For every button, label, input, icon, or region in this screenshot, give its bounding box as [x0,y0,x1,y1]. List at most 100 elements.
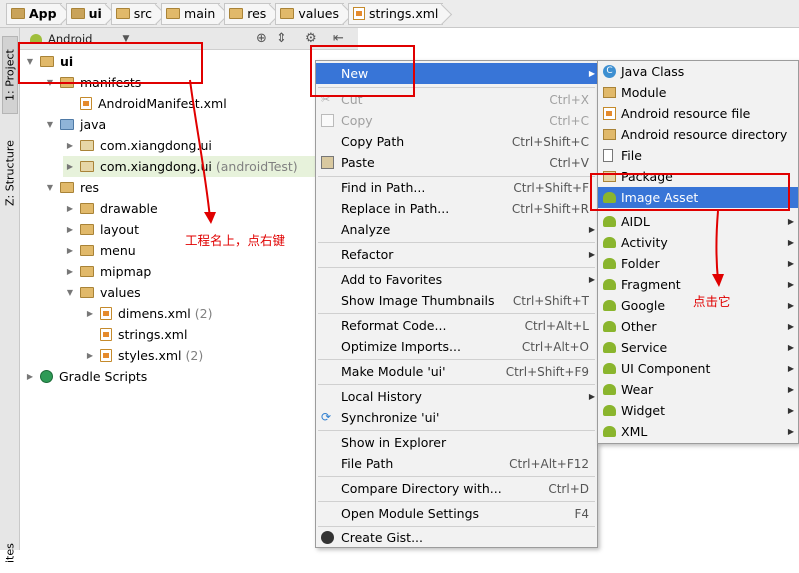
tree-row-drawable[interactable]: ▶ drawable [63,198,158,219]
cut-icon: ✂ [321,93,331,106]
collapsed-arrow-icon[interactable]: ▶ [63,225,77,234]
folder-icon [80,287,94,298]
collapse-all-icon[interactable]: ⇕ [276,31,287,46]
tree-row-res[interactable]: ▼ res [43,177,99,198]
menu-item-refactor[interactable]: Refactor ▶ [316,244,597,265]
submenu-item-aidl[interactable]: AIDL ▶ [598,211,798,232]
menu-item-local-history[interactable]: Local History ▶ [316,386,597,407]
menu-item-new[interactable]: New ▶ [316,63,597,84]
menu-item-show-in-explorer[interactable]: Show in Explorer [316,432,597,453]
submenu-arrow-icon: ▶ [787,280,794,289]
tree-row-gradle-scripts[interactable]: ▶ Gradle Scripts [23,366,147,387]
submenu-item-package[interactable]: Package [598,166,798,187]
breadcrumb-app[interactable]: App [6,2,62,25]
module-folder-icon [40,56,54,67]
xml-file-icon [100,328,112,341]
expanded-arrow-icon[interactable]: ▼ [63,288,77,297]
menu-item-compare-directory[interactable]: Compare Directory with... Ctrl+D [316,478,597,499]
collapsed-arrow-icon[interactable]: ▶ [23,372,37,381]
project-tool-tab[interactable]: 1: Project [2,36,18,114]
menu-item-optimize-imports[interactable]: Optimize Imports... Ctrl+Alt+O [316,336,597,357]
menu-item-synchronize[interactable]: ⟳ Synchronize 'ui' [316,407,597,428]
collapsed-arrow-icon[interactable]: ▶ [63,204,77,213]
menu-item-create-gist[interactable]: Create Gist... [316,527,597,548]
structure-tool-tab[interactable]: Z: Structure [2,128,18,218]
expanded-arrow-icon[interactable]: ▼ [23,57,37,66]
breadcrumb-res[interactable]: res [224,2,272,25]
menu-item-reformat-code[interactable]: Reformat Code... Ctrl+Alt+L [316,315,597,336]
menu-separator [318,87,595,88]
paste-icon [321,156,334,169]
tree-row-strings[interactable]: strings.xml [83,324,187,345]
menu-separator [318,501,595,502]
submenu-item-widget[interactable]: Widget ▶ [598,400,798,421]
tree-row-mipmap[interactable]: ▶ mipmap [63,261,151,282]
android-icon [603,192,616,203]
collapsed-arrow-icon[interactable]: ▶ [63,246,77,255]
menu-item-file-path[interactable]: File Path Ctrl+Alt+F12 [316,453,597,474]
menu-item-paste[interactable]: Paste Ctrl+V [316,152,597,173]
breadcrumb-values[interactable]: values [275,2,344,25]
breadcrumb-main[interactable]: main [161,2,221,25]
favorites-tool-tab[interactable]: ites [2,533,18,573]
menu-item-cut[interactable]: ✂ Cut Ctrl+X [316,89,597,110]
menu-item-make-module[interactable]: Make Module 'ui' Ctrl+Shift+F9 [316,361,597,382]
menu-item-analyze[interactable]: Analyze ▶ [316,219,597,240]
submenu-item-service[interactable]: Service ▶ [598,337,798,358]
tree-row-dimens[interactable]: ▶ dimens.xml (2) [83,303,213,324]
submenu-item-activity[interactable]: Activity ▶ [598,232,798,253]
submenu-item-java-class[interactable]: C Java Class [598,61,798,82]
submenu-item-ui-component[interactable]: UI Component ▶ [598,358,798,379]
menu-item-replace-in-path[interactable]: Replace in Path... Ctrl+Shift+R [316,198,597,219]
submenu-item-module[interactable]: Module [598,82,798,103]
expanded-arrow-icon[interactable]: ▼ [43,183,57,192]
submenu-item-folder[interactable]: Folder ▶ [598,253,798,274]
submenu-item-android-resource-file[interactable]: Android resource file [598,103,798,124]
android-icon [30,33,42,44]
tree-row-manifests[interactable]: ▼ manifests [43,72,141,93]
expanded-arrow-icon[interactable]: ▼ [43,120,57,129]
resource-folder-icon [603,129,616,140]
breadcrumb-strings-xml[interactable]: strings.xml [347,2,444,25]
tree-row-styles[interactable]: ▶ styles.xml (2) [83,345,203,366]
collapsed-arrow-icon[interactable]: ▶ [63,141,77,150]
android-icon [603,300,616,311]
github-icon [321,531,334,544]
submenu-item-file[interactable]: File [598,145,798,166]
menu-item-add-to-favorites[interactable]: Add to Favorites ▶ [316,269,597,290]
submenu-item-image-asset[interactable]: Image Asset [598,187,798,208]
tree-row-menu[interactable]: ▶ menu [63,240,136,261]
hide-panel-icon[interactable]: ⇤ [333,31,344,46]
submenu-arrow-icon: ▶ [588,250,595,259]
menu-item-copy[interactable]: Copy Ctrl+C [316,110,597,131]
breadcrumb-src[interactable]: src [110,2,158,25]
tree-row-java[interactable]: ▼ java [43,114,106,135]
menu-item-show-image-thumbnails[interactable]: Show Image Thumbnails Ctrl+Shift+T [316,290,597,311]
collapsed-arrow-icon[interactable]: ▶ [63,267,77,276]
submenu-item-android-resource-directory[interactable]: Android resource directory [598,124,798,145]
expanded-arrow-icon[interactable]: ▼ [43,78,57,87]
menu-item-find-in-path[interactable]: Find in Path... Ctrl+Shift+F [316,177,597,198]
view-mode-select[interactable]: Android ▼ [30,32,129,46]
menu-item-copy-path[interactable]: Copy Path Ctrl+Shift+C [316,131,597,152]
tree-row-ui[interactable]: ▼ ui [23,51,73,72]
tree-row-package[interactable]: ▶ com.xiangdong.ui [63,135,212,156]
android-icon [603,237,616,248]
tree-row-layout[interactable]: ▶ layout [63,219,139,240]
collapsed-arrow-icon[interactable]: ▶ [63,162,77,171]
collapsed-arrow-icon[interactable]: ▶ [83,351,97,360]
menu-item-open-module-settings[interactable]: Open Module Settings F4 [316,503,597,524]
tree-row-androidmanifest[interactable]: AndroidManifest.xml [63,93,227,114]
android-icon [603,363,616,374]
gear-icon[interactable]: ⚙ [305,31,317,46]
submenu-item-xml[interactable]: XML ▶ [598,421,798,442]
collapsed-arrow-icon[interactable]: ▶ [83,309,97,318]
tree-row-values[interactable]: ▼ values [63,282,141,303]
target-icon[interactable]: ⊕ [256,31,267,46]
folder-icon [80,245,94,256]
folder-icon [80,203,94,214]
submenu-item-wear[interactable]: Wear ▶ [598,379,798,400]
submenu-item-other[interactable]: Other ▶ [598,316,798,337]
breadcrumb-ui[interactable]: ui [65,2,107,25]
project-tree: ▼ ui ▼ manifests AndroidManifest.xml ▼ java… [20,50,360,550]
